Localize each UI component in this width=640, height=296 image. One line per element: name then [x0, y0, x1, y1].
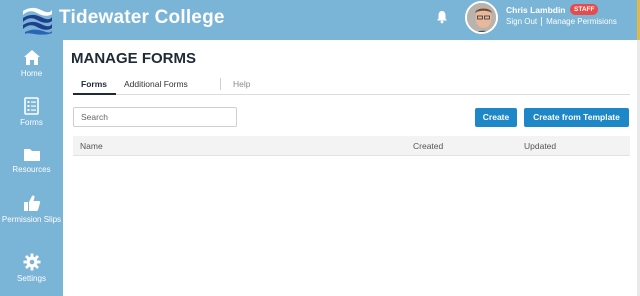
sidebar-item-label: Settings — [17, 274, 46, 283]
bell-icon[interactable] — [436, 10, 448, 24]
sidebar-item-home[interactable]: Home — [0, 49, 63, 79]
user-photo — [467, 3, 496, 32]
sidebar-item-permission-slips[interactable]: Permission Slips — [0, 194, 63, 225]
thumbs-up-icon — [23, 195, 40, 211]
divider — [541, 17, 543, 27]
gear-icon — [23, 253, 40, 271]
manage-permissions-link[interactable]: Manage Permisions — [546, 17, 617, 26]
tab-bar: Forms Additional Forms Help — [73, 78, 630, 95]
page-title: MANAGE FORMS — [71, 50, 196, 67]
tab-divider — [220, 78, 221, 90]
search-input[interactable] — [73, 107, 237, 127]
create-button[interactable]: Create — [475, 108, 517, 127]
sidebar-item-label: Resources — [12, 165, 51, 174]
sidebar-item-label: Home — [20, 69, 43, 78]
sidebar-item-forms[interactable]: Forms — [0, 97, 63, 128]
brand-name[interactable]: Tidewater College — [59, 7, 225, 29]
forms-icon — [24, 97, 39, 115]
sign-out-link[interactable]: Sign Out — [506, 17, 537, 26]
user-links: Sign Out Manage Permisions — [506, 17, 617, 27]
sidebar-item-label: Permission Slips — [1, 215, 62, 224]
column-header-updated[interactable]: Updated — [524, 141, 556, 151]
main-content: MANAGE FORMS Forms Additional Forms Help… — [63, 40, 640, 296]
sidebar: Home Forms Resources Permission Slips Se… — [0, 40, 63, 296]
sidebar-item-settings[interactable]: Settings — [0, 253, 63, 284]
avatar[interactable] — [465, 1, 498, 34]
waves-logo-icon[interactable] — [20, 2, 54, 36]
top-header: Tidewater College Chris Lambdin STAFF Si… — [0, 0, 640, 40]
tab-additional-forms[interactable]: Additional Forms — [124, 78, 188, 95]
column-header-created[interactable]: Created — [413, 141, 443, 151]
sidebar-item-label: Forms — [20, 118, 43, 127]
folder-icon — [23, 149, 40, 161]
table-header: Name Created Updated — [73, 136, 630, 156]
tab-forms[interactable]: Forms — [73, 78, 116, 95]
sidebar-item-resources[interactable]: Resources — [0, 147, 63, 175]
column-header-name[interactable]: Name — [80, 141, 103, 151]
home-icon — [23, 50, 40, 65]
tab-help[interactable]: Help — [233, 78, 250, 95]
create-from-template-button[interactable]: Create from Template — [524, 108, 629, 127]
staff-badge: STAFF — [570, 4, 599, 15]
user-name: Chris Lambdin — [506, 5, 566, 15]
